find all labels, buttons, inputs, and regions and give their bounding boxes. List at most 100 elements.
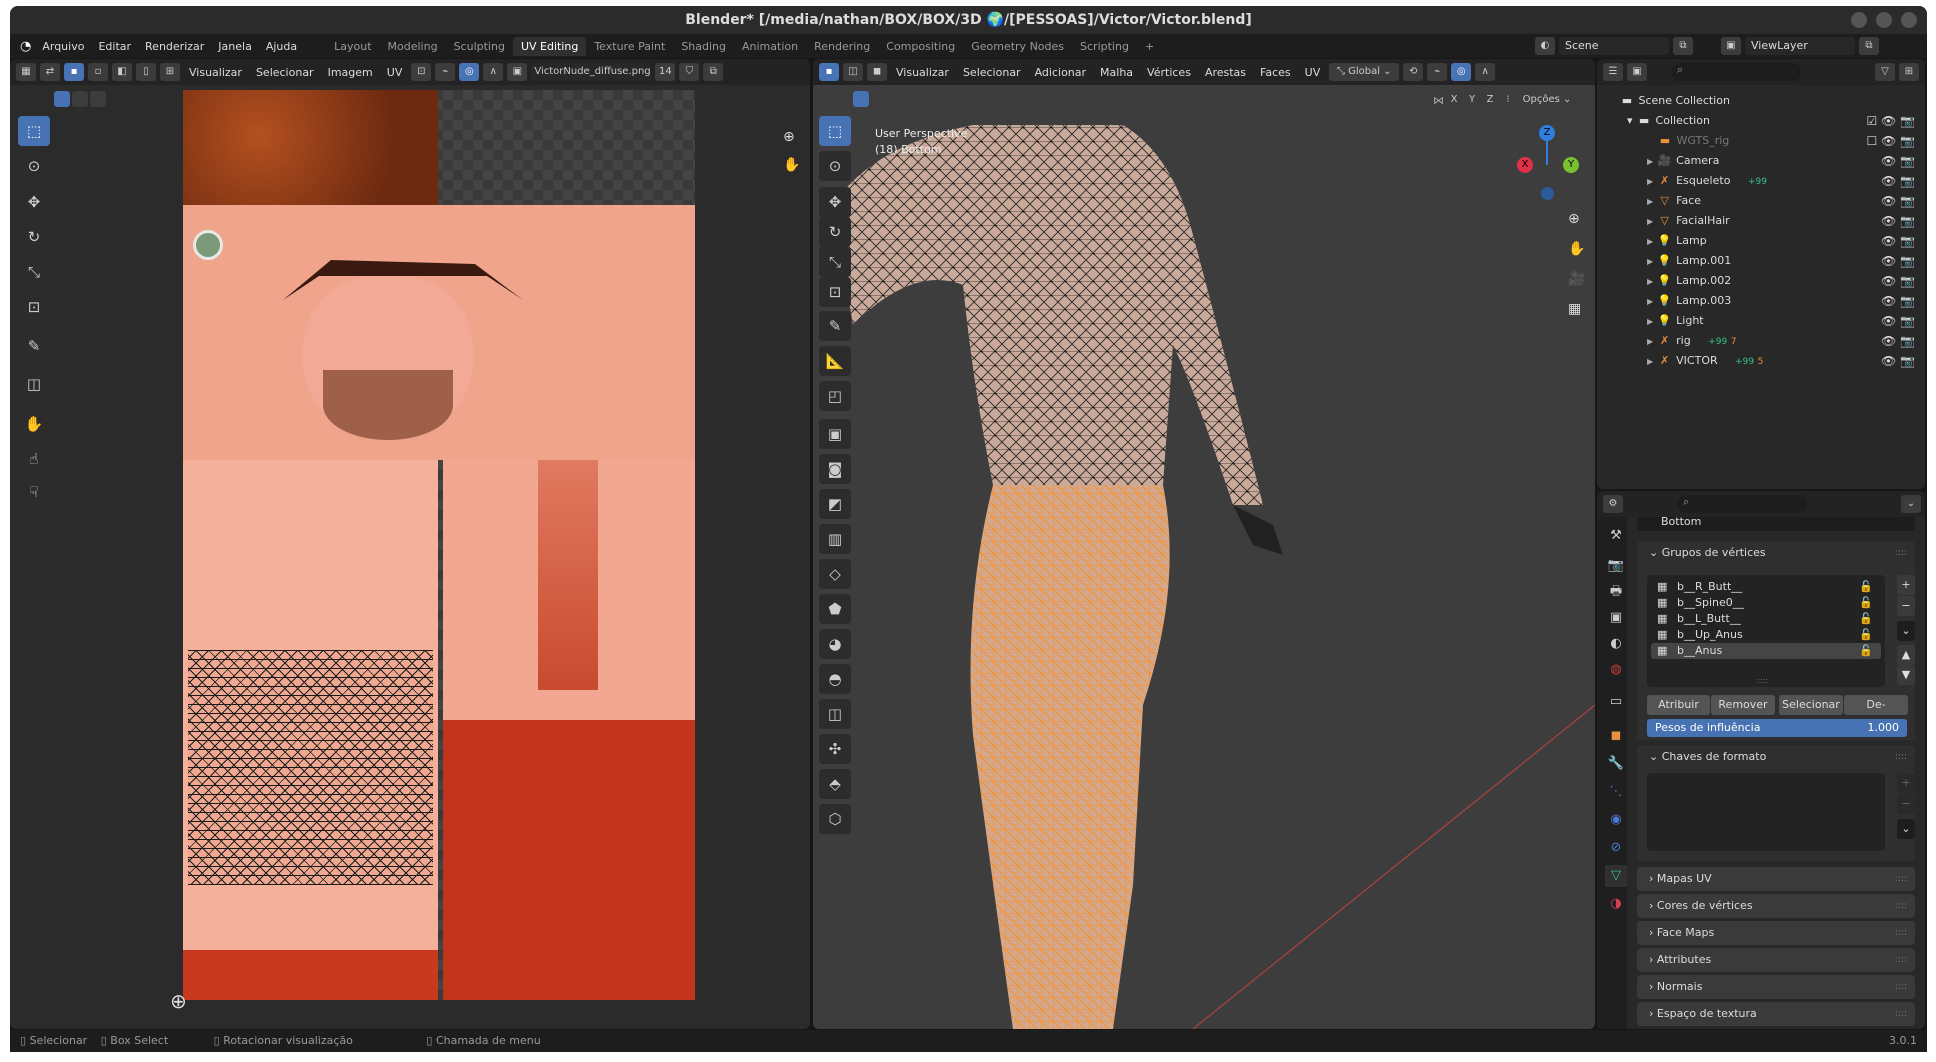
tool-relax[interactable]: ☝ bbox=[18, 444, 50, 474]
new-collection-icon[interactable]: ⊞ bbox=[1899, 63, 1919, 81]
visibility-controls[interactable]: 👁 📷 bbox=[1881, 271, 1915, 291]
outliner-item[interactable]: ▶ 💡 Lamp.003 👁 📷 bbox=[1597, 291, 1925, 311]
tool-measure[interactable]: 📐 bbox=[819, 346, 851, 376]
vertex-group-item[interactable]: ▦ b__Anus 🔓 bbox=[1651, 643, 1881, 659]
options-chevron[interactable]: ⌄ bbox=[1901, 495, 1921, 513]
minimize-button[interactable] bbox=[1851, 12, 1867, 28]
edge-mode-icon[interactable]: ◫ bbox=[843, 63, 863, 81]
scene-collection-row[interactable]: ▬ Scene Collection bbox=[1597, 91, 1925, 111]
unlock-icon[interactable]: 🔓 bbox=[1859, 643, 1873, 659]
visibility-controls[interactable]: 👁 📷 bbox=[1881, 291, 1915, 311]
tab-geometry-nodes[interactable]: Geometry Nodes bbox=[963, 37, 1072, 56]
tab-rendering[interactable]: Rendering bbox=[806, 37, 878, 56]
visibility-controls[interactable]: 👁 📷 bbox=[1881, 331, 1915, 351]
mesh-data-name-field[interactable]: Bottom bbox=[1637, 517, 1915, 531]
vp-menu-malha[interactable]: Malha bbox=[1095, 66, 1138, 79]
world-tab-icon[interactable]: ◍ bbox=[1605, 659, 1627, 681]
menu-editar[interactable]: Editar bbox=[91, 40, 138, 53]
select-mode-subtract-icon[interactable] bbox=[90, 91, 106, 107]
tool-loop-cut[interactable]: ▥ bbox=[819, 524, 851, 554]
tool-select-box[interactable]: ⬚ bbox=[819, 116, 851, 146]
select-mode-extend-icon[interactable] bbox=[72, 91, 88, 107]
tool-smooth[interactable]: ◓ bbox=[819, 664, 851, 694]
tool-pinch[interactable]: ☟ bbox=[18, 477, 50, 507]
menu-arquivo[interactable]: Arquivo bbox=[35, 40, 91, 53]
visibility-controls[interactable]: 👁 📷 bbox=[1881, 251, 1915, 271]
object-tab-icon[interactable]: ◼ bbox=[1605, 725, 1627, 747]
uv-menu-imagem[interactable]: Imagem bbox=[323, 66, 378, 79]
outliner-item[interactable]: ▬ WGTS_rig ☐ 👁 📷 bbox=[1597, 131, 1925, 151]
outliner-item[interactable]: ▶ ✗ rig +99 7 👁 📷 bbox=[1597, 331, 1925, 351]
visibility-controls[interactable]: 👁 📷 bbox=[1881, 211, 1915, 231]
pan-hand-icon[interactable]: ✋ bbox=[783, 157, 800, 173]
vertex-groups-section-header[interactable]: ⌄ Grupos de vértices:::: bbox=[1637, 541, 1915, 565]
editor-type-icon[interactable]: ⚙ bbox=[1603, 495, 1623, 513]
menu-janela[interactable]: Janela bbox=[211, 40, 259, 53]
zoom-icon[interactable]: ⊕ bbox=[1568, 211, 1580, 227]
outliner-item[interactable]: ▶ ✗ VICTOR +99 5 👁 📷 bbox=[1597, 351, 1925, 371]
vp-menu-adicionar[interactable]: Adicionar bbox=[1030, 66, 1091, 79]
tool-spin[interactable]: ◕ bbox=[819, 629, 851, 659]
fake-user-icon[interactable]: ⛉ bbox=[679, 63, 700, 81]
view-layer-filter-icon[interactable]: ▣ bbox=[1627, 63, 1647, 81]
gizmo-x-axis[interactable]: X bbox=[1517, 157, 1533, 173]
tool-tab-icon[interactable]: ⚒ bbox=[1605, 525, 1627, 547]
maximize-button[interactable] bbox=[1876, 12, 1892, 28]
remove-button[interactable]: Remover bbox=[1711, 695, 1775, 715]
tool-annotate[interactable]: ✎ bbox=[18, 331, 50, 361]
vp-menu-uv[interactable]: UV bbox=[1300, 66, 1326, 79]
shape-key-specials-button[interactable]: ⌄ bbox=[1897, 819, 1915, 839]
outliner-item[interactable]: ▶ ▽ FacialHair 👁 📷 bbox=[1597, 211, 1925, 231]
viewport-scene[interactable] bbox=[813, 85, 1595, 1029]
uv-menu-selecionar[interactable]: Selecionar bbox=[251, 66, 319, 79]
expand-arrow-icon[interactable]: ▶ bbox=[1647, 337, 1653, 346]
tool-cursor[interactable]: ⊙ bbox=[819, 151, 851, 181]
outliner-item[interactable]: ▶ ▽ Face 👁 📷 bbox=[1597, 191, 1925, 211]
sticky-select-icon[interactable]: ⊞ bbox=[160, 63, 180, 81]
properties-search-input[interactable]: ⌕ bbox=[1677, 495, 1807, 513]
tool-rip[interactable]: ◫ bbox=[18, 369, 50, 399]
expand-arrow-icon[interactable]: ▶ bbox=[1647, 297, 1653, 306]
unlock-icon[interactable]: 🔓 bbox=[1859, 627, 1873, 643]
visibility-controls[interactable]: ☐ 👁 📷 bbox=[1866, 131, 1915, 151]
particles-tab-icon[interactable]: ⋱ bbox=[1605, 781, 1627, 803]
unlock-icon[interactable]: 🔓 bbox=[1859, 579, 1873, 595]
tool-extrude[interactable]: ▣ bbox=[819, 419, 851, 449]
display-mode-icon[interactable]: ☰ bbox=[1603, 63, 1623, 81]
blender-logo-icon[interactable]: ◔ bbox=[16, 39, 35, 54]
tool-move[interactable]: ✥ bbox=[819, 187, 851, 217]
select-mode-new-icon[interactable] bbox=[54, 91, 70, 107]
shape-key-list[interactable] bbox=[1647, 773, 1885, 851]
falloff-icon[interactable]: ∧ bbox=[1475, 63, 1496, 81]
expand-arrow-icon[interactable]: ▶ bbox=[1647, 197, 1653, 206]
view-layer-icon[interactable]: ▣ bbox=[1721, 37, 1741, 55]
outliner-item[interactable]: ▶ 💡 Lamp.002 👁 📷 bbox=[1597, 271, 1925, 291]
gizmo-neg-z[interactable] bbox=[1541, 187, 1554, 200]
material-tab-icon[interactable]: ◑ bbox=[1605, 893, 1627, 915]
move-down-button[interactable]: ▼ bbox=[1897, 665, 1915, 685]
tool-cursor[interactable]: ⊙ bbox=[18, 151, 50, 181]
tool-transform[interactable]: ⊡ bbox=[18, 292, 50, 322]
tool-inset[interactable]: ◙ bbox=[819, 454, 851, 484]
tab-modeling[interactable]: Modeling bbox=[380, 37, 446, 56]
outliner-item[interactable]: ▶ 💡 Lamp.001 👁 📷 bbox=[1597, 251, 1925, 271]
expand-arrow-icon[interactable]: ▶ bbox=[1647, 157, 1653, 166]
vertex-select-icon[interactable]: ▪ bbox=[64, 63, 84, 81]
collapsed-section-header[interactable]: › Attributes:::: bbox=[1637, 948, 1915, 972]
close-button[interactable] bbox=[1901, 12, 1917, 28]
new-scene-button[interactable]: ⧉ bbox=[1673, 37, 1693, 55]
vertex-mode-icon[interactable]: ▪ bbox=[819, 63, 839, 81]
ortho-toggle-icon[interactable]: ▦ bbox=[1568, 301, 1581, 317]
tool-scale[interactable]: ⤡ bbox=[18, 257, 50, 287]
uv-menu-visualizar[interactable]: Visualizar bbox=[184, 66, 247, 79]
snap-icon[interactable]: ⌁ bbox=[435, 63, 456, 81]
edge-select-icon[interactable]: ▫ bbox=[88, 63, 108, 81]
visibility-controls[interactable]: ☑ 👁 📷 bbox=[1866, 111, 1915, 131]
sync-selection-icon[interactable]: ⇄ bbox=[40, 63, 60, 81]
assign-button[interactable]: Atribuir bbox=[1647, 695, 1710, 715]
expand-arrow-icon[interactable]: ▶ bbox=[1647, 237, 1653, 246]
uv-texture-image[interactable] bbox=[183, 90, 695, 1000]
uv-menu-uv[interactable]: UV bbox=[382, 66, 408, 79]
visibility-controls[interactable]: 👁 📷 bbox=[1881, 171, 1915, 191]
collapsed-section-header[interactable]: › Cores de vértices:::: bbox=[1637, 894, 1915, 918]
